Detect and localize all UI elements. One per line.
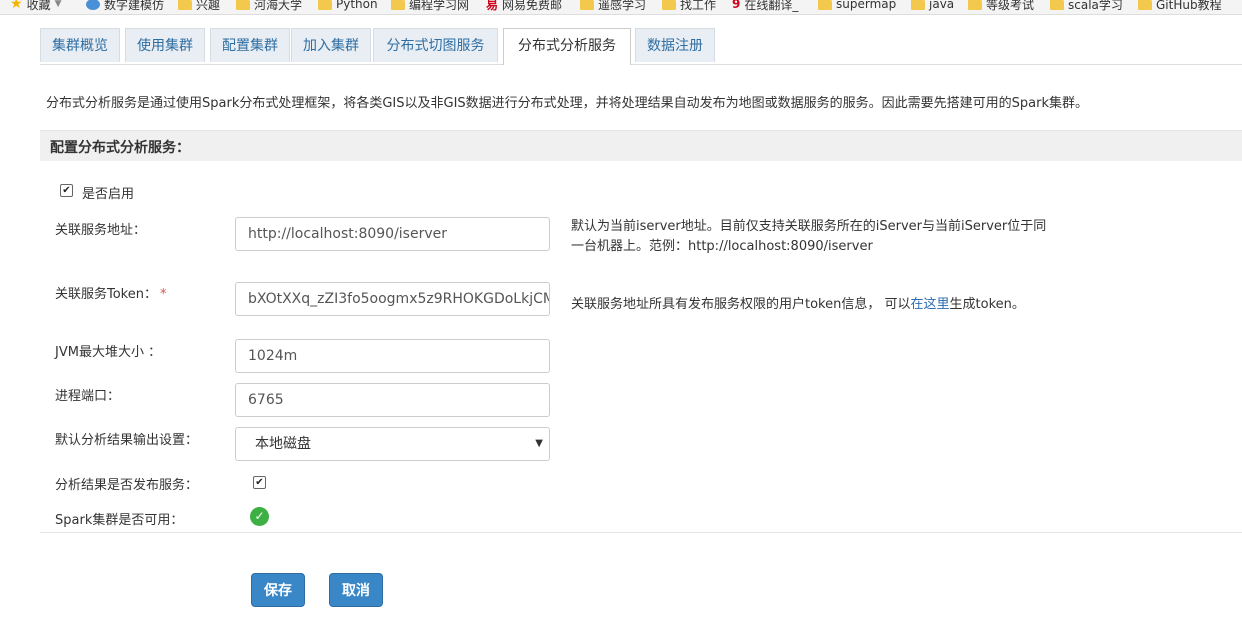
bookmark-label: java <box>929 0 955 11</box>
bookmark-item[interactable]: java <box>911 0 954 13</box>
bookmark-item[interactable]: supermap <box>818 0 896 13</box>
tab-use-cluster[interactable]: 使用集群 <box>125 28 205 62</box>
bookmark-item[interactable]: GitHub教程 <box>1138 0 1222 13</box>
service-url-input[interactable]: http://localhost:8090/iserver <box>235 217 550 251</box>
folder-icon <box>818 0 832 10</box>
jvm-heap-input[interactable]: 1024m <box>235 339 550 373</box>
folder-icon <box>236 0 250 10</box>
port-label: 进程端口： <box>55 389 121 404</box>
bookmark-label: GitHub教程 <box>1156 0 1222 12</box>
bookmark-item[interactable]: 找工作 <box>662 0 716 13</box>
mail-icon: 易 <box>486 0 499 12</box>
bookmark-label: 等级考试 <box>986 0 1035 12</box>
publish-label: 分析结果是否发布服务： <box>55 478 199 493</box>
folder-icon <box>318 0 332 10</box>
token-label-text: 关联服务Token： <box>55 287 157 302</box>
divider <box>40 532 1242 533</box>
token-help-suffix: 生成token。 <box>949 297 1025 312</box>
output-select[interactable]: 本地磁盘 ▼ <box>235 427 550 461</box>
bookmark-item[interactable]: 9 在线翻译_ <box>732 0 798 13</box>
bookmark-item[interactable]: 河海大学 <box>236 0 302 13</box>
tab-configure-cluster[interactable]: 配置集群 <box>210 28 290 62</box>
save-button[interactable]: 保存 <box>251 573 305 607</box>
folder-icon <box>968 0 982 10</box>
check-circle-icon: ✓ <box>250 507 269 526</box>
bookmark-label: 数字建模仿 <box>104 0 165 12</box>
bookmark-item[interactable]: Python <box>318 0 378 13</box>
folder-icon <box>178 0 192 10</box>
token-label: 关联服务Token： * <box>55 283 167 302</box>
bookmarks-bar: ★ 收藏 ▼ 数字建模仿 兴趣 河海大学 Python 编程学习网 易 网易免费… <box>0 0 1242 15</box>
tab-distributed-analysis[interactable]: 分布式分析服务 <box>503 28 631 65</box>
token-help-prefix: 关联服务地址所具有发布服务权限的用户token信息， 可以 <box>571 297 911 312</box>
bookmark-item[interactable]: 数字建模仿 <box>86 0 164 13</box>
generate-token-link[interactable]: 在这里 <box>911 297 950 312</box>
bookmark-label: 兴趣 <box>196 0 221 12</box>
section-header: 配置分布式分析服务： <box>40 130 1242 161</box>
caret-down-icon: ▼ <box>535 438 543 449</box>
bookmark-label: 遥感学习 <box>598 0 647 12</box>
bookmark-label: supermap <box>836 0 897 11</box>
service-url-help-line1: 默认为当前iserver地址。目前仅支持关联服务所在的iServer与当前iSe… <box>571 219 1047 234</box>
bookmark-item[interactable]: scala学习 <box>1050 0 1123 13</box>
chevron-down-icon: ▼ <box>54 0 62 9</box>
bookmark-item[interactable]: 等级考试 <box>968 0 1034 13</box>
required-marker: * <box>160 287 167 302</box>
publish-checkbox[interactable]: ✔ <box>253 476 266 489</box>
star-icon: ★ <box>10 0 23 12</box>
bookmark-item[interactable]: 易 网易免费邮 <box>486 0 562 13</box>
token-input[interactable]: bXOtXXq_zZI3fo5oogmx5z9RHOKGDoLkjCM <box>235 282 550 316</box>
folder-icon <box>662 0 676 10</box>
translate-icon: 9 <box>732 0 741 11</box>
service-description: 分布式分析服务是通过使用Spark分布式处理框架，将各类GIS以及非GIS数据进… <box>46 96 1089 111</box>
tab-distributed-tiling[interactable]: 分布式切图服务 <box>373 28 498 62</box>
tab-cluster-overview[interactable]: 集群概览 <box>40 28 120 62</box>
jvm-label: JVM最大堆大小 ： <box>55 345 162 360</box>
tab-join-cluster[interactable]: 加入集群 <box>291 28 371 62</box>
output-label: 默认分析结果输出设置： <box>55 433 199 448</box>
bookmark-item[interactable]: 编程学习网 <box>391 0 469 13</box>
service-url-label: 关联服务地址： <box>55 223 147 238</box>
enable-label: 是否启用 <box>82 187 135 202</box>
tab-data-registration[interactable]: 数据注册 <box>635 28 715 62</box>
bookmark-label: Python <box>336 0 378 11</box>
folder-icon <box>580 0 594 10</box>
bookmark-favorites[interactable]: ★ 收藏 ▼ <box>10 0 62 13</box>
folder-icon <box>1138 0 1152 10</box>
bookmark-label: 在线翻译_ <box>744 0 799 12</box>
bookmark-item[interactable]: 遥感学习 <box>580 0 646 13</box>
cancel-button[interactable]: 取消 <box>329 573 383 607</box>
port-input[interactable]: 6765 <box>235 383 550 417</box>
bookmark-label: 河海大学 <box>254 0 303 12</box>
bookmark-item[interactable]: 兴趣 <box>178 0 220 13</box>
service-url-help-line2: 一台机器上。范例：http://localhost:8090/iserver <box>571 239 873 254</box>
bookmark-label: scala学习 <box>1068 0 1123 12</box>
spark-label: Spark集群是否可用： <box>55 513 184 528</box>
folder-icon <box>911 0 925 10</box>
bookmark-label: 编程学习网 <box>409 0 470 12</box>
tab-bar: 集群概览 使用集群 配置集群 加入集群 分布式切图服务 分布式分析服务 数据注册 <box>40 28 1242 65</box>
output-select-value: 本地磁盘 <box>255 436 311 452</box>
folder-icon <box>1050 0 1064 10</box>
token-help: 关联服务地址所具有发布服务权限的用户token信息， 可以在这里生成token。 <box>571 295 1025 315</box>
enable-checkbox[interactable]: ✔ <box>60 184 73 197</box>
folder-icon <box>391 0 405 10</box>
bookmark-label: 找工作 <box>680 0 717 12</box>
service-url-help: 默认为当前iserver地址。目前仅支持关联服务所在的iServer与当前iSe… <box>571 217 1046 257</box>
globe-icon <box>86 0 100 10</box>
section-title: 配置分布式分析服务： <box>50 140 190 156</box>
bookmark-label: 网易免费邮 <box>502 0 563 12</box>
bookmark-label: 收藏 <box>26 0 51 12</box>
